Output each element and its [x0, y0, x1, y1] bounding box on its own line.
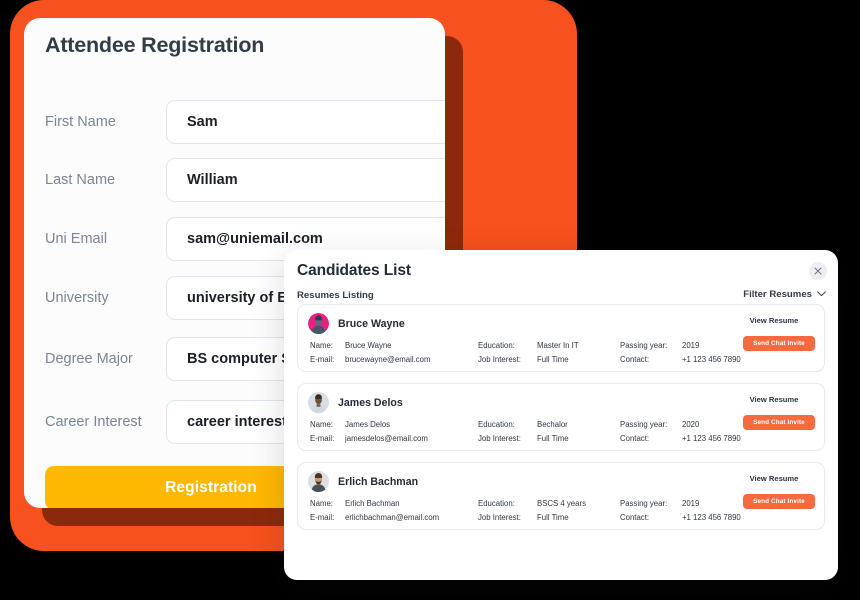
job-interest-label: Job Interest: [478, 355, 521, 364]
chevron-down-icon [817, 289, 826, 300]
contact-label: Contact: [620, 355, 650, 364]
page-title: Attendee Registration [45, 33, 265, 57]
passing-year-value: 2019 [682, 499, 700, 508]
contact-label: Contact: [620, 434, 650, 443]
send-chat-invite-button[interactable]: Send Chat Invite [743, 415, 815, 430]
email-value: erlichbachman@email.com [345, 513, 440, 522]
candidate-name: Erlich Bachman [338, 475, 419, 488]
passing-year-value: 2019 [682, 341, 700, 350]
name-value: James Delos [345, 420, 391, 429]
candidate-header: Erlich Bachman [308, 471, 418, 492]
candidates-list-panel: Candidates List Resumes Listing Filter R… [284, 250, 838, 580]
filter-resumes-dropdown[interactable]: Filter Resumes [743, 289, 826, 300]
candidate-header: James Delos [308, 392, 403, 413]
last-name-label: Last Name [45, 172, 116, 188]
send-chat-invite-button[interactable]: Send Chat Invite [743, 494, 815, 509]
close-panel-button[interactable] [809, 262, 827, 280]
contact-value: +1 123 456 7890 [682, 434, 741, 443]
form-row-first-name: First Name Sam [24, 100, 445, 144]
education-value: Master In IT [537, 341, 579, 350]
view-resume-link[interactable]: View Resume [732, 474, 816, 483]
screenshot-root: Attendee Registration First Name Sam Las… [0, 0, 860, 600]
email-label: E-mail: [310, 355, 335, 364]
passing-year-label: Passing year: [620, 341, 668, 350]
form-row-last-name: Last Name William [24, 158, 445, 202]
name-value: Bruce Wayne [345, 341, 392, 350]
career-interest-label: Career Interest [45, 414, 142, 430]
candidates-rows-area: Bruce Wayne View Resume Send Chat Invite… [284, 304, 838, 580]
university-label: University [45, 290, 109, 306]
uni-email-label: Uni Email [45, 231, 108, 247]
job-interest-label: Job Interest: [478, 513, 521, 522]
avatar [308, 313, 329, 334]
job-interest-value: Full Time [537, 355, 569, 364]
passing-year-value: 2020 [682, 420, 700, 429]
last-name-input[interactable]: William [166, 158, 445, 202]
name-value: Erlich Bachman [345, 499, 400, 508]
email-value: jamesdelos@email.com [345, 434, 428, 443]
education-label: Education: [478, 499, 515, 508]
job-interest-value: Full Time [537, 513, 569, 522]
candidate-header: Bruce Wayne [308, 313, 405, 334]
email-label: E-mail: [310, 513, 335, 522]
email-label: E-mail: [310, 434, 335, 443]
filter-resumes-label: Filter Resumes [743, 289, 812, 300]
contact-value: +1 123 456 7890 [682, 355, 741, 364]
first-name-label: First Name [45, 114, 116, 130]
passing-year-label: Passing year: [620, 420, 668, 429]
name-label: Name: [310, 420, 333, 429]
table-row[interactable]: James Delos View Resume Send Chat Invite… [297, 383, 825, 451]
contact-value: +1 123 456 7890 [682, 513, 741, 522]
job-interest-label: Job Interest: [478, 434, 521, 443]
close-icon [814, 267, 822, 275]
candidates-list-title: Candidates List [297, 262, 411, 279]
email-value: brucewayne@email.com [345, 355, 431, 364]
education-value: Bechalor [537, 420, 568, 429]
resumes-listing-label: Resumes Listing [297, 290, 374, 301]
first-name-input[interactable]: Sam [166, 100, 445, 144]
view-resume-link[interactable]: View Resume [732, 395, 816, 404]
name-label: Name: [310, 341, 333, 350]
avatar [308, 392, 329, 413]
table-row[interactable]: Erlich Bachman View Resume Send Chat Inv… [297, 462, 825, 530]
name-label: Name: [310, 499, 333, 508]
passing-year-label: Passing year: [620, 499, 668, 508]
candidate-name: Bruce Wayne [338, 317, 405, 330]
send-chat-invite-button[interactable]: Send Chat Invite [743, 336, 815, 351]
education-label: Education: [478, 341, 515, 350]
avatar [308, 471, 329, 492]
contact-label: Contact: [620, 513, 650, 522]
education-label: Education: [478, 420, 515, 429]
candidate-name: James Delos [338, 396, 403, 409]
job-interest-value: Full Time [537, 434, 569, 443]
table-row[interactable]: Bruce Wayne View Resume Send Chat Invite… [297, 304, 825, 372]
view-resume-link[interactable]: View Resume [732, 316, 816, 325]
education-value: BSCS 4 years [537, 499, 586, 508]
degree-major-label: Degree Major [45, 351, 133, 367]
